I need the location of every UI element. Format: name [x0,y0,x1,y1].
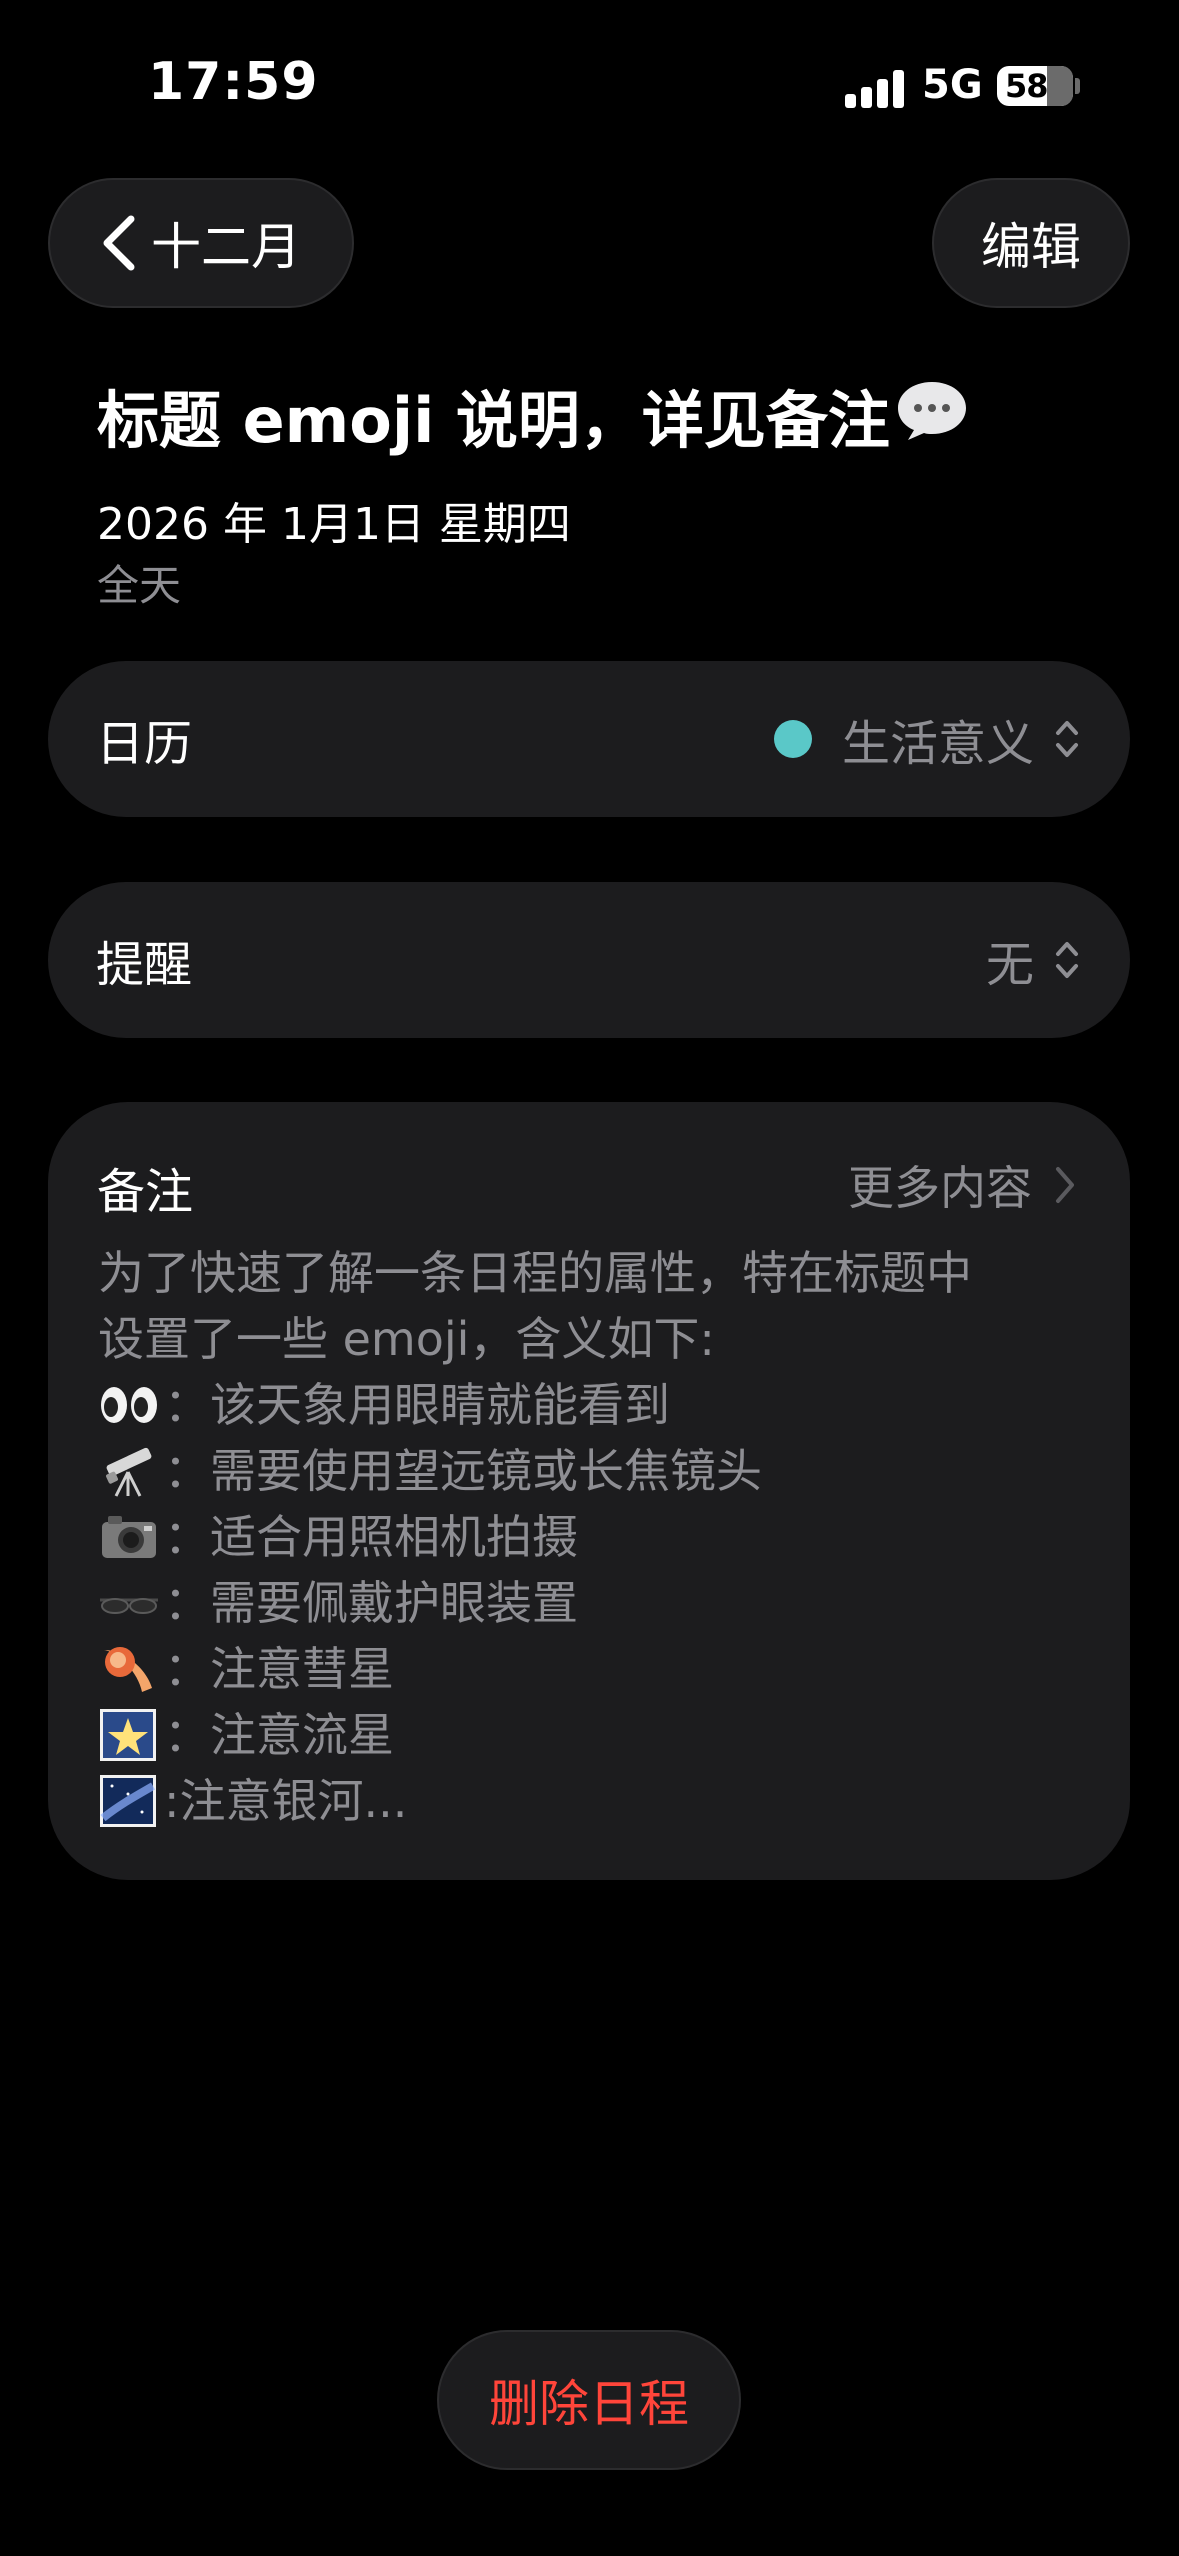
notes-card[interactable]: 备注 更多内容 为了快速了解一条日程的属性，特在标题中 设置了一些 emoji，… [48,1102,1130,1880]
list-item: ：注意彗星 [98,1636,1108,1702]
battery-cap [1075,78,1080,94]
calendar-color-dot [773,720,812,758]
list-item: :注意银河... [98,1768,1108,1834]
list-item: ：需要使用望远镜或长焦镜头 [98,1438,1108,1504]
list-item: ：注意流星 [98,1702,1108,1768]
chevron-right-icon [1056,1167,1074,1203]
shooting-star-icon [100,1708,156,1761]
delete-event-button[interactable]: 删除日程 [437,2330,741,2470]
event-title: 标题 emoji 说明，详见备注 [97,370,970,465]
calendar-value: 生活意义 [841,716,1034,772]
more-content-link[interactable]: 更多内容 [848,1152,1076,1218]
emoji-meaning: ：需要使用望远镜或长焦镜头 [164,1444,762,1498]
telescope-icon [106,1447,152,1497]
list-item: ：需要佩戴护眼装置 [98,1570,1108,1636]
edit-button[interactable]: 编辑 [932,178,1130,308]
emoji-meaning: ：适合用照相机拍摄 [164,1510,578,1564]
reminder-row[interactable]: 提醒 无 [48,882,1130,1038]
cellular-signal-icon [845,68,905,108]
status-time: 17:59 [148,52,319,112]
all-day-label: 全天 [97,561,182,610]
battery-level: 58 [1005,67,1049,105]
milky-way-icon [100,1774,156,1827]
comet-icon [104,1646,152,1692]
notes-label: 备注 [97,1164,194,1220]
reminder-label: 提醒 [96,937,193,993]
reminder-value: 无 [985,937,1034,993]
emoji-meaning: ：需要佩戴护眼装置 [164,1576,578,1630]
speech-bubble-icon [894,378,970,459]
chevron-left-icon [103,215,135,271]
sunglasses-icon [100,1597,158,1614]
calendar-row[interactable]: 日历 生活意义 [48,661,1130,817]
event-date: 2026 年 1月1日 星期四 [97,499,571,550]
emoji-meaning: ：该天象用眼睛就能看到 [164,1378,670,1432]
notes-intro-line: 为了快速了解一条日程的属性，特在标题中 [98,1246,972,1300]
event-title-text: 标题 emoji 说明，详见备注 [97,384,890,457]
calendar-label: 日历 [96,716,193,772]
network-label: 5G [922,62,983,108]
camera-icon [102,1515,156,1558]
notes-body: 为了快速了解一条日程的属性，特在标题中 设置了一些 emoji，含义如下: ：该… [98,1240,1108,1834]
list-item: ：该天象用眼睛就能看到 [98,1372,1108,1438]
back-button[interactable]: 十二月 [48,178,354,308]
battery-icon: 58 [997,66,1073,106]
emoji-meaning: ：注意流星 [164,1708,394,1762]
back-label: 十二月 [151,218,301,276]
chevron-up-down-icon [1056,721,1078,757]
emoji-meaning: ：注意彗星 [164,1642,394,1696]
emoji-meaning: :注意银河... [164,1774,408,1828]
list-item: ：适合用照相机拍摄 [98,1504,1108,1570]
eyes-icon [101,1386,157,1423]
notes-intro-line: 设置了一些 emoji，含义如下: [98,1312,715,1366]
more-content-label: 更多内容 [848,1161,1032,1215]
chevron-up-down-icon [1056,942,1078,978]
